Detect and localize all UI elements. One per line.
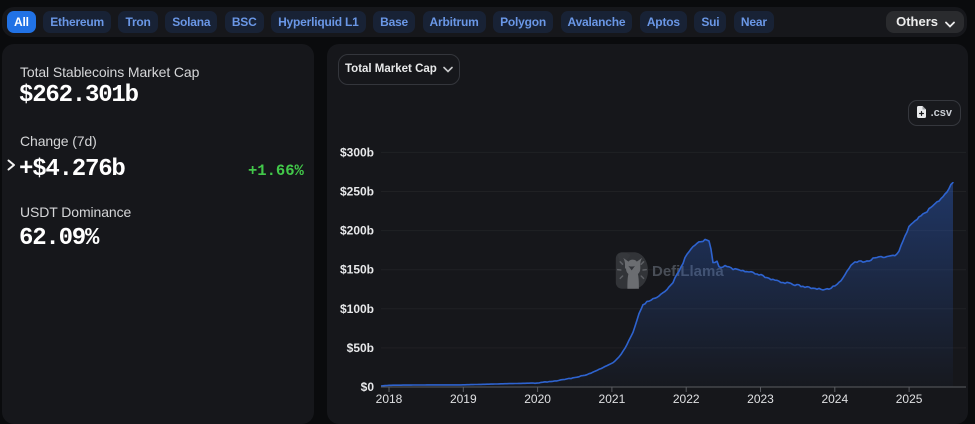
svg-text:2020: 2020 — [524, 392, 551, 406]
svg-text:$250b: $250b — [340, 185, 374, 199]
svg-text:$50b: $50b — [347, 341, 374, 355]
svg-text:$200b: $200b — [340, 224, 374, 238]
svg-text:2024: 2024 — [821, 392, 848, 406]
svg-text:2018: 2018 — [376, 392, 403, 406]
svg-text:2021: 2021 — [599, 392, 626, 406]
svg-text:2022: 2022 — [673, 392, 700, 406]
svg-text:$150b: $150b — [340, 263, 374, 277]
svg-text:2019: 2019 — [450, 392, 477, 406]
svg-text:2023: 2023 — [747, 392, 774, 406]
svg-text:$300b: $300b — [340, 145, 374, 159]
svg-text:$100b: $100b — [340, 302, 374, 316]
svg-text:$0: $0 — [361, 380, 375, 394]
svg-text:2025: 2025 — [896, 392, 923, 406]
